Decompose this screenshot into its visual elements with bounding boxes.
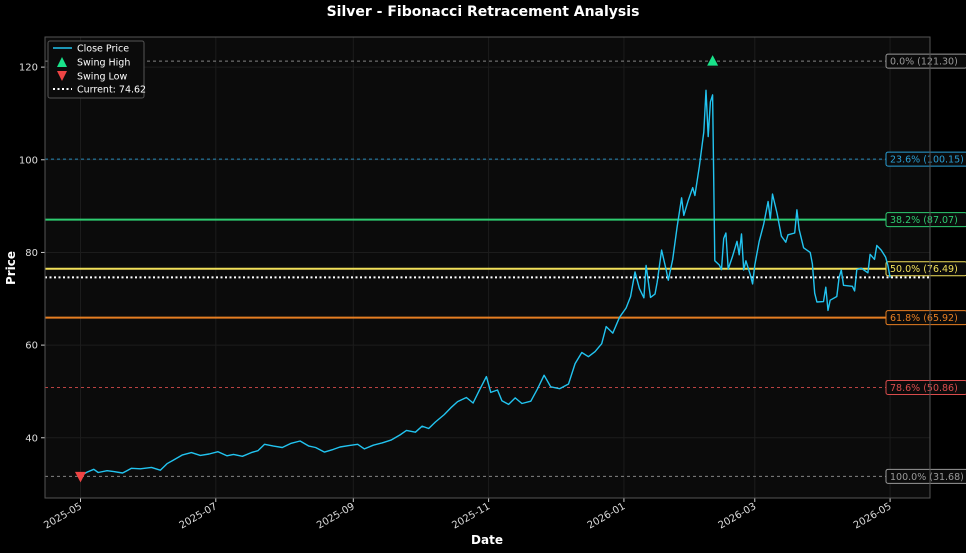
legend-current-label: Current: 74.62 bbox=[77, 85, 146, 96]
y-tick-label: 100 bbox=[19, 155, 38, 166]
x-tick-label: 2025-07 bbox=[178, 501, 220, 531]
y-tick-label: 120 bbox=[19, 63, 38, 74]
fib-level-label: 23.6% (100.15) bbox=[890, 155, 964, 166]
fib-level-label: 0.0% (121.30) bbox=[890, 57, 958, 68]
x-tick-label: 2025-09 bbox=[315, 501, 357, 531]
fib-level-label: 38.2% (87.07) bbox=[890, 215, 958, 226]
y-tick-label: 80 bbox=[25, 248, 38, 259]
chart-canvas: 0.0% (121.30) 23.6% (100.15) 38.2% (87.07)… bbox=[4, 36, 966, 547]
x-tick-label: 2026-01 bbox=[586, 501, 628, 531]
x-tick-label: 2026-05 bbox=[852, 501, 894, 531]
x-axis-label: Date bbox=[471, 533, 503, 547]
fib-level-label: 78.6% (50.86) bbox=[890, 383, 958, 394]
legend-swing-low-label: Swing Low bbox=[77, 72, 127, 83]
x-tick-label: 2025-05 bbox=[42, 501, 84, 531]
legend-swing-high-label: Swing High bbox=[77, 58, 130, 69]
legend-close-label: Close Price bbox=[77, 44, 129, 55]
x-tick-label: 2025-11 bbox=[450, 501, 492, 531]
y-tick-label: 60 bbox=[25, 341, 38, 352]
y-tick-label: 40 bbox=[25, 433, 38, 444]
fib-level-label: 50.0% (76.49) bbox=[890, 264, 958, 275]
plot-background bbox=[45, 37, 930, 498]
y-axis-label: Price bbox=[4, 251, 18, 285]
fib-level-label: 61.8% (65.92) bbox=[890, 313, 958, 324]
legend: Close Price Swing High Swing Low Current… bbox=[47, 40, 146, 99]
x-tick-label: 2026-03 bbox=[717, 501, 759, 531]
fib-level-label: 100.0% (31.68) bbox=[890, 472, 964, 483]
